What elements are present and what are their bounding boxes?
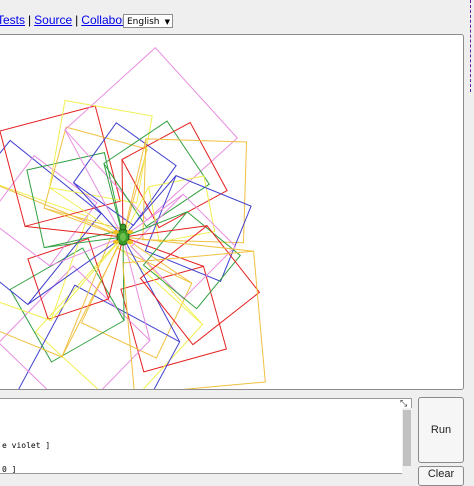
source-link[interactable]: Source — [34, 13, 72, 27]
code-line: 0 ] — [2, 465, 17, 474]
drawn-spoke — [122, 138, 147, 238]
right-edge-accent — [470, 0, 473, 92]
language-select-value: English — [127, 17, 160, 27]
drawn-square — [43, 126, 148, 231]
tests-link[interactable]: Tests — [0, 13, 25, 27]
nav-separator: | — [75, 13, 79, 27]
scrollbar-thumb[interactable] — [403, 410, 411, 466]
drawn-square — [0, 265, 151, 389]
language-select[interactable]: English ▼ — [123, 14, 173, 28]
code-editor[interactable]: e violet ] 0 ] — [0, 398, 412, 474]
code-line: e violet ] — [2, 441, 51, 450]
drawn-square — [0, 184, 89, 322]
nav-separator: | — [28, 13, 32, 27]
drawn-square — [34, 243, 204, 389]
top-bar: Tests|Source|Collaborate| English ▼ — [0, 0, 474, 34]
run-button[interactable]: Run — [418, 397, 464, 463]
chevron-down-icon: ▼ — [164, 18, 170, 26]
turtle-canvas[interactable] — [0, 34, 464, 390]
drawn-square — [27, 237, 110, 320]
code-scrollbar[interactable] — [402, 408, 412, 474]
clear-button[interactable]: Clear — [418, 466, 464, 486]
drawn-square — [0, 105, 121, 227]
drawing-surface — [0, 46, 266, 389]
